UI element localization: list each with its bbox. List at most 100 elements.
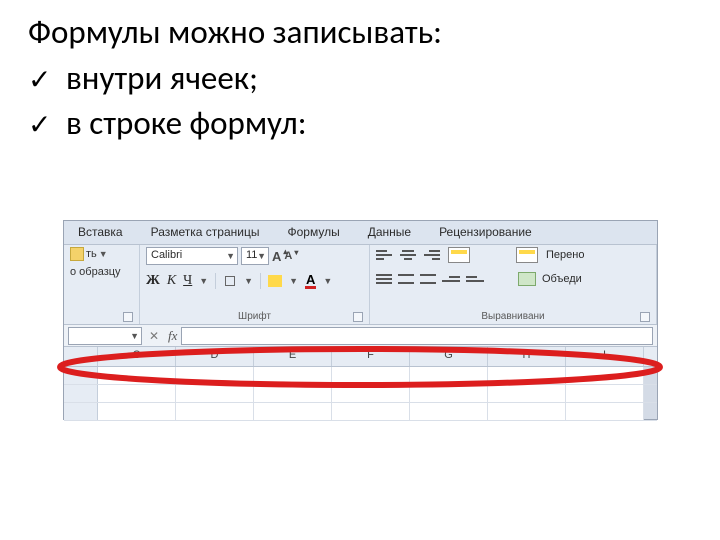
bullet-2-text: в строке формул: xyxy=(66,101,307,146)
increase-indent-icon[interactable] xyxy=(466,276,484,282)
merge-button[interactable]: Объеди xyxy=(542,273,582,285)
align-center-icon[interactable] xyxy=(398,274,414,284)
cell[interactable] xyxy=(176,385,254,402)
table-row xyxy=(64,403,657,421)
chevron-down-icon[interactable]: ▼ xyxy=(289,276,298,286)
format-painter-button[interactable]: о образцу xyxy=(70,266,133,278)
tab-dannye[interactable]: Данные xyxy=(354,221,425,244)
fx-icon[interactable]: fx xyxy=(164,328,181,344)
font-size-combo[interactable]: 11 ▼ xyxy=(241,247,269,265)
chevron-down-icon[interactable]: ▼ xyxy=(323,276,332,286)
tab-recenz[interactable]: Рецензирование xyxy=(425,221,546,244)
separator xyxy=(260,273,261,289)
font-name-combo[interactable]: Calibri ▼ xyxy=(146,247,238,265)
cell[interactable] xyxy=(98,403,176,420)
checkmark-icon: ✓ xyxy=(28,61,66,99)
cell[interactable] xyxy=(566,403,644,420)
col-header[interactable]: C xyxy=(98,347,176,366)
cell[interactable] xyxy=(488,367,566,384)
cell[interactable] xyxy=(98,385,176,402)
bold-button[interactable]: Ж xyxy=(146,273,160,289)
chevron-down-icon[interactable]: ▼ xyxy=(226,251,235,261)
row-header[interactable] xyxy=(64,367,98,384)
underline-button[interactable]: Ч xyxy=(183,273,192,289)
row-header[interactable] xyxy=(64,403,98,420)
font-color-icon[interactable]: A xyxy=(305,274,316,289)
cell[interactable] xyxy=(566,367,644,384)
chevron-down-icon[interactable]: ▼ xyxy=(99,249,108,259)
cell[interactable] xyxy=(332,403,410,420)
cancel-formula-icon[interactable]: ✕ xyxy=(144,329,164,343)
wrap-text-icon[interactable] xyxy=(516,247,538,263)
align-right-icon[interactable] xyxy=(420,274,436,284)
cell[interactable] xyxy=(410,367,488,384)
formula-bar: ▼ ✕ fx xyxy=(64,325,657,347)
select-all-corner[interactable] xyxy=(64,347,98,366)
bullet-1-text: внутри ячеек; xyxy=(66,56,258,101)
italic-button[interactable]: К xyxy=(167,273,176,289)
shrink-font-icon[interactable]: A▾ xyxy=(284,250,292,262)
align-bottom-right-icon[interactable] xyxy=(424,250,440,260)
table-row xyxy=(64,385,657,403)
cell[interactable] xyxy=(332,367,410,384)
align-middle-center-icon[interactable] xyxy=(400,250,416,260)
tab-razmetka[interactable]: Разметка страницы xyxy=(137,221,274,244)
cell[interactable] xyxy=(410,385,488,402)
chevron-down-icon[interactable]: ▼ xyxy=(130,331,139,341)
formula-input[interactable] xyxy=(181,327,653,345)
font-name-value: Calibri xyxy=(151,249,182,261)
sheet-grid xyxy=(64,367,657,421)
row-header[interactable] xyxy=(64,385,98,402)
align-left-icon[interactable] xyxy=(376,274,392,284)
column-headers: C D E F G H I xyxy=(64,347,657,367)
cell[interactable] xyxy=(488,403,566,420)
name-box[interactable]: ▼ xyxy=(68,327,142,345)
cell[interactable] xyxy=(488,385,566,402)
align-top-left-icon[interactable] xyxy=(376,250,392,260)
borders-icon[interactable] xyxy=(223,274,237,288)
col-header[interactable]: D xyxy=(176,347,254,366)
tab-formuly[interactable]: Формулы xyxy=(273,221,353,244)
orientation-icon[interactable] xyxy=(448,247,470,263)
grow-font-icon[interactable]: A▴ xyxy=(272,249,281,264)
slide-heading: Формулы можно записывать: xyxy=(28,12,692,52)
chevron-down-icon[interactable]: ▼ xyxy=(244,276,253,286)
paste-icon[interactable] xyxy=(70,247,84,261)
col-header[interactable]: H xyxy=(488,347,566,366)
wrap-text-button[interactable]: Перено xyxy=(546,249,584,261)
excel-screenshot: Вставка Разметка страницы Формулы Данные… xyxy=(63,220,658,420)
separator xyxy=(215,273,216,289)
dialog-launcher-icon[interactable] xyxy=(640,312,650,322)
font-group-label: Шрифт xyxy=(146,311,363,324)
cell[interactable] xyxy=(566,385,644,402)
col-header[interactable]: G xyxy=(410,347,488,366)
col-header[interactable]: I xyxy=(566,347,644,366)
dialog-launcher-icon[interactable] xyxy=(353,312,363,322)
merge-cells-icon[interactable] xyxy=(518,272,536,286)
cell[interactable] xyxy=(410,403,488,420)
table-row xyxy=(64,367,657,385)
paste-button-suffix[interactable]: ть xyxy=(86,248,97,260)
cell[interactable] xyxy=(176,403,254,420)
cell[interactable] xyxy=(98,367,176,384)
chevron-down-icon[interactable]: ▼ xyxy=(199,276,208,286)
cell[interactable] xyxy=(332,385,410,402)
cell[interactable] xyxy=(254,385,332,402)
cell[interactable] xyxy=(254,403,332,420)
cell[interactable] xyxy=(176,367,254,384)
chevron-down-icon[interactable]: ▼ xyxy=(257,251,266,261)
ribbon-body: ть ▼ о образцу Calibri ▼ 11 ▼ xyxy=(64,245,657,325)
alignment-group-label: Выравнивани xyxy=(376,311,650,324)
bullet-1: ✓ внутри ячеек; xyxy=(28,56,692,101)
ribbon-tabs: Вставка Разметка страницы Формулы Данные… xyxy=(64,221,657,245)
clipboard-group-label xyxy=(70,322,133,324)
checkmark-icon: ✓ xyxy=(28,106,66,144)
font-size-value: 11 xyxy=(246,249,257,261)
dialog-launcher-icon[interactable] xyxy=(123,312,133,322)
col-header[interactable]: F xyxy=(332,347,410,366)
decrease-indent-icon[interactable] xyxy=(442,276,460,282)
tab-vstavka[interactable]: Вставка xyxy=(64,221,137,244)
cell[interactable] xyxy=(254,367,332,384)
col-header[interactable]: E xyxy=(254,347,332,366)
fill-color-icon[interactable] xyxy=(268,275,282,287)
